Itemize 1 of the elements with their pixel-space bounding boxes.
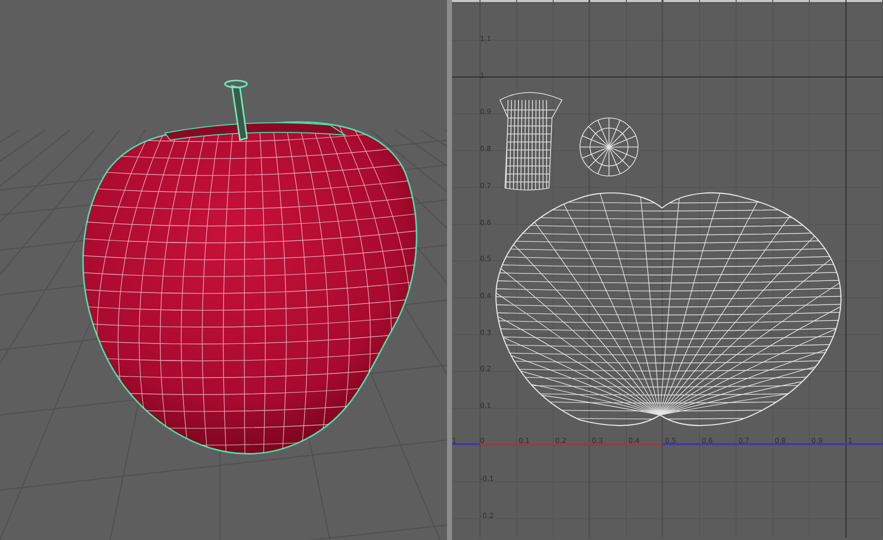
uv-shell-drawing: [580, 118, 638, 176]
